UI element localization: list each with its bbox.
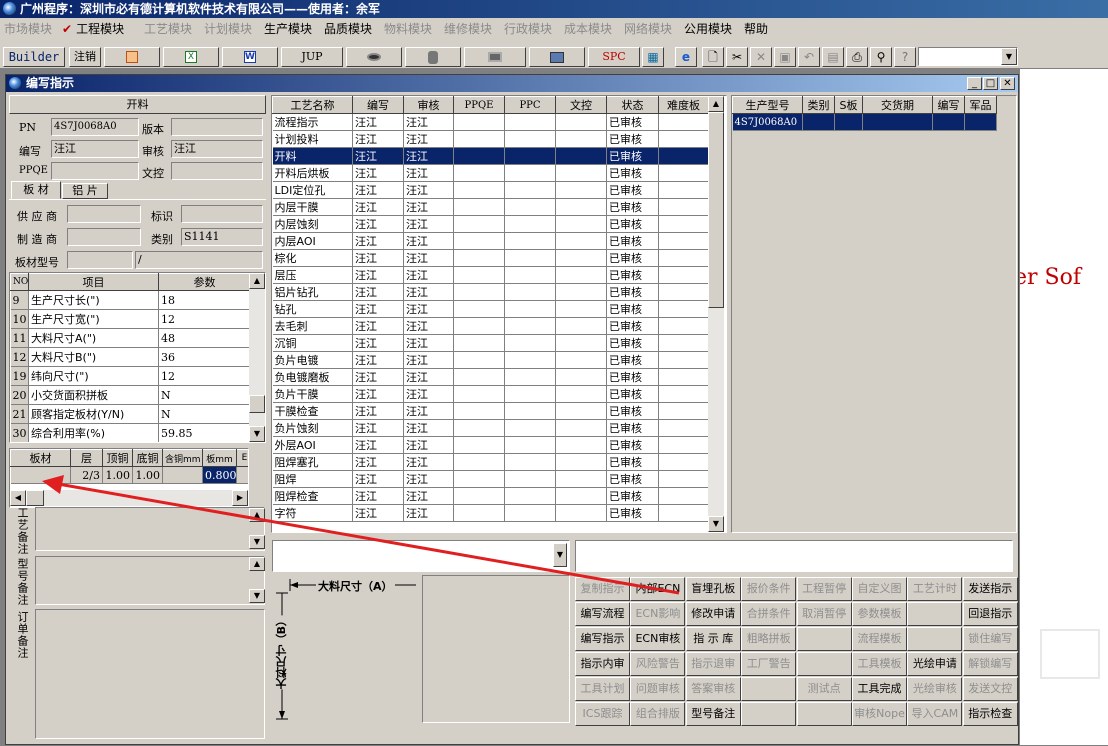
excel-icon: X (185, 51, 197, 63)
database-button[interactable] (405, 47, 461, 67)
binoculars-icon: ⚲ (876, 50, 886, 64)
annotation-arrow (42, 475, 680, 595)
find-button[interactable]: ⚲ (870, 47, 892, 67)
eye-icon (367, 53, 381, 61)
menu-item-label: 品质模块 (324, 22, 373, 36)
menu-item-0[interactable]: 市场模块 (4, 20, 52, 37)
menu-item-label: 网络模块 (624, 22, 673, 36)
word-icon: W (244, 51, 256, 63)
app-title: 广州程序：深圳市必有德计算机软件技术有限公司——使用者：余军 (20, 2, 381, 16)
print-button[interactable]: ⎙ (846, 47, 868, 67)
menu-item-label: 生产模块 (264, 22, 313, 36)
edit-instruction-window: 编写指示 _ □ ✕ 开料 PN 4S7J0068A0 版本 编写 汪江 审核 … (5, 74, 1019, 745)
preview-button[interactable]: ▤ (822, 47, 844, 67)
delete-button[interactable]: ✕ (750, 47, 772, 67)
undo-icon: ↶ (803, 50, 815, 64)
printer-icon: ⎙ (852, 50, 862, 64)
checkmark-icon: ✔ (62, 22, 73, 36)
background-window: er Sof (1020, 69, 1108, 745)
database-icon (428, 50, 438, 64)
menu-item-label: 市场模块 (4, 22, 53, 36)
menu-item-label: 工程模块 (76, 22, 125, 36)
chevron-down-icon[interactable]: ▼ (1001, 48, 1017, 65)
menu-item-7[interactable]: 维修模块 (444, 20, 492, 37)
new-file-button[interactable]: 🗋 (702, 47, 724, 67)
menu-item-1[interactable]: ✔ 工程模块 (62, 20, 124, 37)
background-decoration (1040, 629, 1100, 679)
spc-button[interactable]: SPC (588, 47, 640, 67)
toolbar-combo[interactable]: ▼ (918, 47, 1018, 66)
powerpoint-icon (126, 51, 138, 63)
logout-button[interactable]: 注销 (69, 47, 101, 67)
calculator-button[interactable]: ▦ (642, 47, 664, 67)
menu-item-10[interactable]: 网络模块 (624, 20, 672, 37)
save-icon: ▣ (779, 50, 791, 64)
preview-icon: ▤ (827, 50, 839, 64)
word-button[interactable]: W (222, 47, 278, 67)
menu-item-label: 公用模块 (684, 22, 733, 36)
scissors-icon: ✂ (731, 50, 743, 64)
toolbar: Builder 注销 X W JUP SPC ▦ e 🗋 ✂ ✕ ▣ ↶ ▤ ⎙… (0, 37, 1108, 69)
network-icon (488, 52, 502, 62)
ie-icon: e (681, 50, 691, 64)
menu-item-4[interactable]: 生产模块 (264, 20, 312, 37)
help-button[interactable]: ? (894, 47, 916, 67)
view-button[interactable] (346, 47, 402, 67)
computer-button[interactable] (529, 47, 585, 67)
calculator-icon: ▦ (647, 50, 659, 64)
menu-item-3[interactable]: 计划模块 (204, 20, 252, 37)
app-title-bar: 广州程序：深圳市必有德计算机软件技术有限公司——使用者：余军 (0, 0, 1108, 18)
menu-item-label: 物料模块 (384, 22, 433, 36)
undo-button[interactable]: ↶ (798, 47, 820, 67)
menu-item-label: 成本模块 (564, 22, 613, 36)
background-text: er Sof (1020, 265, 1081, 290)
menu-item-2[interactable]: 工艺模块 (144, 20, 192, 37)
excel-button[interactable]: X (163, 47, 219, 67)
jup-button[interactable]: JUP (281, 47, 343, 67)
builder-button[interactable]: Builder (3, 47, 65, 67)
cut-button[interactable]: ✂ (726, 47, 748, 67)
ie-button[interactable]: e (675, 47, 697, 67)
app-logo-icon (3, 2, 16, 15)
powerpoint-button[interactable] (104, 47, 160, 67)
menu-item-label: 维修模块 (444, 22, 493, 36)
menu-item-12[interactable]: 帮助 (744, 20, 768, 37)
menu-item-6[interactable]: 物料模块 (384, 20, 432, 37)
computer-icon (550, 51, 564, 63)
network-button[interactable] (464, 47, 526, 67)
help-icon: ? (901, 50, 909, 64)
menu-item-label: 工艺模块 (144, 22, 193, 36)
menu-item-9[interactable]: 成本模块 (564, 20, 612, 37)
menu-item-5[interactable]: 品质模块 (324, 20, 372, 37)
menu-item-label: 行政模块 (504, 22, 553, 36)
new-file-icon: 🗋 (708, 50, 718, 64)
close-icon: ✕ (755, 50, 767, 64)
menu-item-label: 帮助 (744, 22, 769, 36)
menu-bar: 市场模块 ✔ 工程模块 工艺模块 计划模块 生产模块 品质模块 物料模块 维修模块 行政模块 成本模… (0, 18, 1108, 37)
menu-item-label: 计划模块 (204, 22, 253, 36)
save-button[interactable]: ▣ (774, 47, 796, 67)
menu-item-11[interactable]: 公用模块 (684, 20, 732, 37)
menu-item-8[interactable]: 行政模块 (504, 20, 552, 37)
